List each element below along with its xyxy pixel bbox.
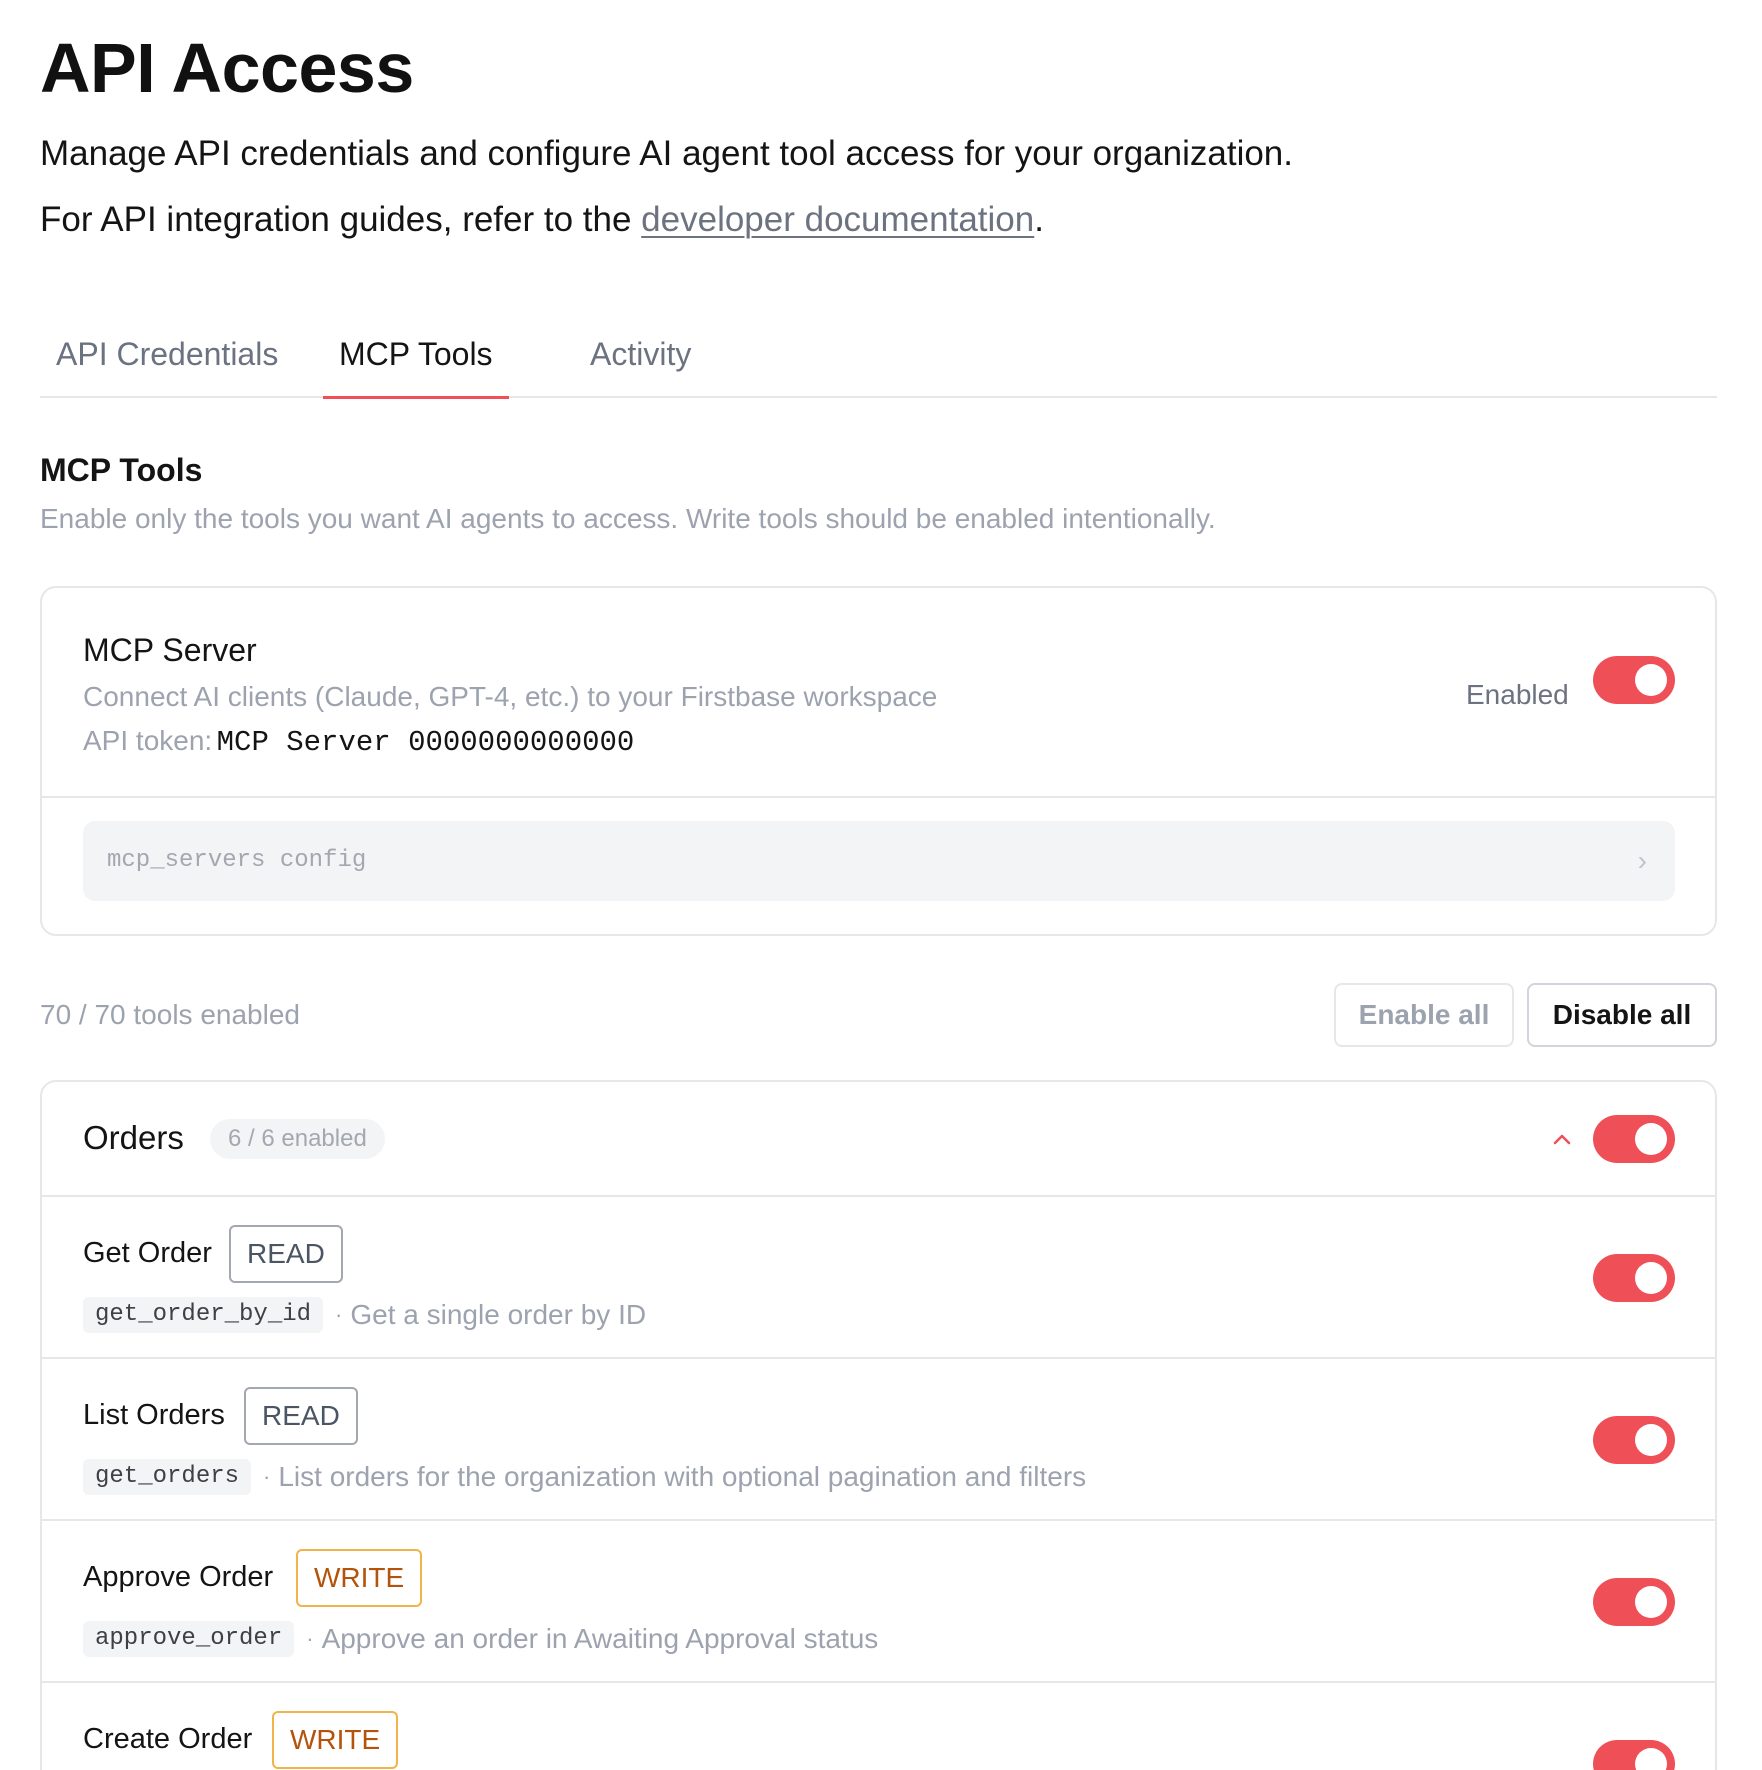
tool-row: Create Order WRITE xyxy=(42,1683,1715,1770)
docs-suffix: . xyxy=(1034,200,1044,239)
toggle-knob xyxy=(1635,1123,1667,1155)
mcp-config-expander[interactable]: mcp_servers config › xyxy=(83,821,1675,901)
access-badge: READ xyxy=(229,1225,343,1283)
group-toggle[interactable] xyxy=(1593,1115,1675,1163)
tool-id: approve_order xyxy=(83,1621,295,1657)
api-token-value: MCP Server 0000000000000 xyxy=(216,726,635,759)
separator: · xyxy=(263,1464,271,1489)
tool-id: get_orders xyxy=(83,1459,252,1495)
api-token-label: API token: xyxy=(83,725,213,756)
section-subtitle: Enable only the tools you want AI agents… xyxy=(40,503,1216,534)
tool-row: Get Order READ get_order_by_id · Get a sin… xyxy=(42,1197,1715,1359)
tab-bar: API Credentials MCP Tools Activity xyxy=(40,318,1717,399)
developer-docs-link[interactable]: developer documentation xyxy=(641,200,1034,239)
tool-name: Get Order xyxy=(83,1237,212,1269)
tool-toggle[interactable] xyxy=(1593,1740,1675,1770)
toggle-knob xyxy=(1635,1262,1667,1294)
group-name: Orders xyxy=(83,1119,184,1156)
mcp-server-card: MCP Server Connect AI clients (Claude, G… xyxy=(40,586,1717,936)
tool-row: Approve Order WRITE approve_order · Approv… xyxy=(42,1521,1715,1683)
tool-description: Get a single order by ID xyxy=(350,1299,647,1330)
access-badge: WRITE xyxy=(272,1711,399,1769)
tool-description: Approve an order in Awaiting Approval st… xyxy=(321,1623,879,1654)
tool-name: Approve Order xyxy=(83,1561,274,1593)
toggle-knob xyxy=(1635,664,1667,696)
tool-name: List Orders xyxy=(83,1399,225,1431)
api-token-row: API token: MCP Server 0000000000000 xyxy=(83,725,634,759)
tool-id: get_order_by_id xyxy=(83,1297,324,1333)
section-title: MCP Tools xyxy=(40,452,203,488)
orders-group-card: Orders 6 / 6 enabled Get Order READ get_… xyxy=(40,1080,1717,1770)
tool-name: Create Order xyxy=(83,1723,253,1755)
server-status-label: Enabled xyxy=(1466,679,1569,710)
chevron-right-icon: › xyxy=(1637,845,1647,876)
server-name: MCP Server xyxy=(83,632,257,668)
toggle-knob xyxy=(1635,1748,1667,1770)
tool-meta: approve_order · Approve an order in Awaiti… xyxy=(83,1621,878,1659)
tab-mcp-tools[interactable]: MCP Tools xyxy=(323,318,509,399)
tab-activity[interactable]: Activity xyxy=(574,318,707,398)
tab-api-credentials[interactable]: API Credentials xyxy=(40,318,294,398)
separator: · xyxy=(306,1626,314,1651)
tool-toggle[interactable] xyxy=(1593,1578,1675,1626)
divider xyxy=(42,796,1715,798)
tool-description: List orders for the organization with op… xyxy=(278,1461,1087,1492)
server-description: Connect AI clients (Claude, GPT-4, etc.)… xyxy=(83,681,938,712)
docs-reference: For API integration guides, refer to the… xyxy=(40,198,1044,242)
group-header: Orders 6 / 6 enabled xyxy=(42,1082,1715,1197)
chevron-up-icon[interactable] xyxy=(1542,1120,1582,1160)
page-description: Manage API credentials and configure AI … xyxy=(40,134,1293,173)
tool-toggle[interactable] xyxy=(1593,1416,1675,1464)
config-label: mcp_servers config xyxy=(107,847,367,874)
toggle-knob xyxy=(1635,1424,1667,1456)
tool-row: List Orders READ get_orders · List orders … xyxy=(42,1359,1715,1521)
access-badge: WRITE xyxy=(296,1549,423,1607)
tool-toggle[interactable] xyxy=(1593,1254,1675,1302)
server-toggle[interactable] xyxy=(1593,656,1675,704)
separator: · xyxy=(335,1302,343,1327)
tools-enabled-count: 70 / 70 tools enabled xyxy=(40,999,300,1030)
page-title: API Access xyxy=(40,29,414,107)
access-badge: READ xyxy=(244,1387,358,1445)
tool-meta: get_orders · List orders for the organizat… xyxy=(83,1459,1086,1497)
group-enabled-badge: 6 / 6 enabled xyxy=(210,1119,385,1159)
disable-all-button[interactable]: Disable all xyxy=(1527,983,1717,1047)
toggle-knob xyxy=(1635,1586,1667,1618)
docs-prefix: For API integration guides, refer to the xyxy=(40,200,642,239)
enable-all-button[interactable]: Enable all xyxy=(1334,983,1514,1047)
tool-meta: get_order_by_id · Get a single order by ID xyxy=(83,1297,646,1335)
